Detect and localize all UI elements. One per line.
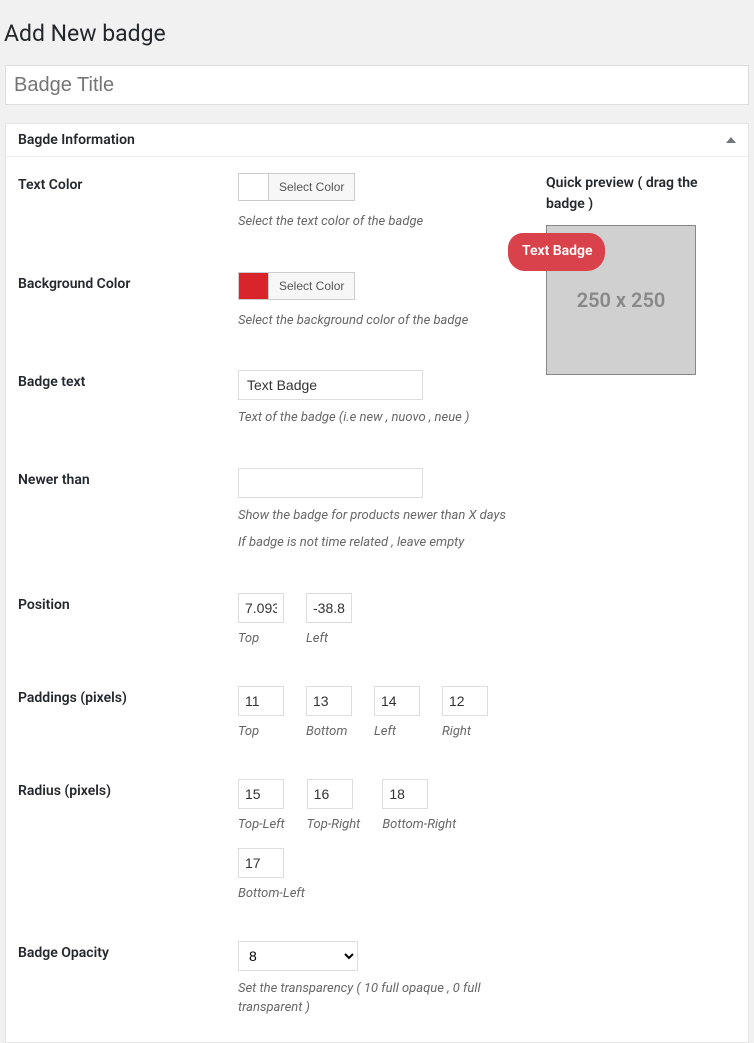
padding-top-sublabel: Top: [238, 724, 284, 739]
position-top-input[interactable]: [238, 593, 284, 623]
opacity-label: Badge Opacity: [18, 945, 109, 961]
radius-tr-input[interactable]: [307, 779, 353, 809]
metabox-header[interactable]: Bagde Information: [6, 124, 748, 157]
newer-than-label: Newer than: [18, 472, 90, 488]
preview-placeholder: 250 x 250: [577, 288, 666, 312]
badge-text-input[interactable]: [238, 370, 423, 400]
badge-text-label: Badge text: [18, 374, 85, 390]
padding-top-input[interactable]: [238, 686, 284, 716]
preview-label: Quick preview ( drag the badge ): [546, 173, 736, 215]
newer-than-desc2: If badge is not time related , leave emp…: [238, 533, 548, 553]
padding-left-sublabel: Left: [374, 724, 420, 739]
opacity-select[interactable]: 8: [238, 941, 358, 971]
badge-text-desc: Text of the badge (i.e new , nuovo , neu…: [238, 408, 548, 428]
text-color-picker[interactable]: Select Color: [238, 173, 355, 201]
badge-title-input[interactable]: [5, 65, 749, 105]
newer-than-desc1: Show the badge for products newer than X…: [238, 506, 548, 526]
padding-right-sublabel: Right: [442, 724, 488, 739]
newer-than-input[interactable]: [238, 468, 423, 498]
radius-br-input[interactable]: [382, 779, 428, 809]
radius-br-sublabel: Bottom-Right: [382, 817, 456, 832]
opacity-desc: Set the transparency ( 10 full opaque , …: [238, 979, 548, 1018]
position-label: Position: [18, 597, 70, 613]
radius-bl-input[interactable]: [238, 848, 284, 878]
text-color-swatch: [239, 174, 269, 200]
radius-bl-sublabel: Bottom-Left: [238, 886, 548, 901]
bg-color-desc: Select the background color of the badge: [238, 311, 548, 331]
page-title: Add New badge: [0, 0, 754, 65]
padding-left-input[interactable]: [374, 686, 420, 716]
text-color-label: Text Color: [18, 177, 82, 193]
position-left-sublabel: Left: [306, 631, 352, 646]
padding-bottom-sublabel: Bottom: [306, 724, 352, 739]
position-top-sublabel: Top: [238, 631, 284, 646]
metabox-title: Bagde Information: [18, 132, 135, 148]
badge-preview-chip[interactable]: Text Badge: [508, 233, 605, 271]
radius-label: Radius (pixels): [18, 783, 111, 799]
text-color-desc: Select the text color of the badge: [238, 212, 548, 232]
radius-tl-input[interactable]: [238, 779, 284, 809]
bg-color-picker[interactable]: Select Color: [238, 272, 355, 300]
padding-right-input[interactable]: [442, 686, 488, 716]
position-left-input[interactable]: [306, 593, 352, 623]
bg-color-label: Background Color: [18, 276, 130, 292]
padding-bottom-input[interactable]: [306, 686, 352, 716]
bg-color-swatch: [239, 273, 269, 299]
preview-box: 250 x 250 Text Badge: [546, 225, 696, 375]
text-color-button[interactable]: Select Color: [269, 174, 354, 200]
chevron-up-icon: [726, 137, 736, 143]
radius-tl-sublabel: Top-Left: [238, 817, 285, 832]
bg-color-button[interactable]: Select Color: [269, 273, 354, 299]
radius-tr-sublabel: Top-Right: [307, 817, 361, 832]
paddings-label: Paddings (pixels): [18, 690, 127, 706]
